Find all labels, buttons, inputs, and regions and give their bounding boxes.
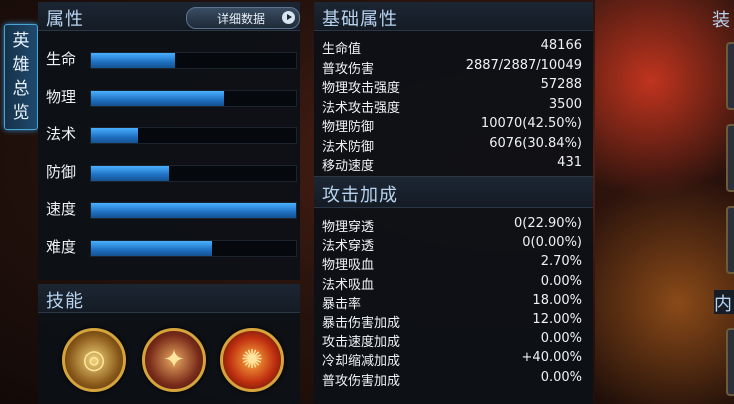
skills-title: 技能 bbox=[46, 291, 84, 312]
stat-row: 攻击速度加成 0.00% bbox=[322, 331, 590, 350]
skill-2-icon[interactable]: ✦ bbox=[142, 328, 206, 392]
stat-value: 57288 bbox=[540, 77, 582, 92]
stat-value: 12.00% bbox=[532, 312, 582, 327]
play-arrow-icon bbox=[282, 11, 295, 24]
base-stats-panel: 基础属性 生命值 48166 普攻伤害 2887/2887/10049 物理攻击强度 57… bbox=[314, 2, 593, 176]
skills-header: 技能 bbox=[38, 284, 300, 313]
attributes-header: 属性 详细数据 bbox=[38, 2, 300, 31]
equipment-slot[interactable] bbox=[726, 206, 734, 274]
stat-bar-track bbox=[90, 239, 297, 257]
stat-bar-track bbox=[90, 89, 297, 107]
background-artwork bbox=[595, 0, 734, 404]
stat-value: 2.70% bbox=[540, 254, 582, 270]
stat-row: 法术吸血 0.00% bbox=[322, 274, 590, 293]
stat-value: 2887/2887/10049 bbox=[465, 57, 582, 73]
stat-name: 物理吸血 bbox=[322, 258, 375, 274]
stat-name: 生命值 bbox=[322, 42, 362, 57]
attack-bonus-header: 攻击加成 bbox=[314, 176, 593, 208]
stat-row: 物理吸血 2.70% bbox=[322, 254, 590, 273]
stat-value: 3500 bbox=[548, 96, 582, 112]
stat-bar-fill bbox=[91, 203, 296, 218]
stat-row: 生命值 48166 bbox=[322, 38, 590, 57]
stat-bar-row: 速度 bbox=[38, 198, 300, 220]
stat-bar-fill bbox=[91, 128, 139, 143]
stat-name: 攻击速度加成 bbox=[322, 335, 401, 351]
stat-row: 暴击伤害加成 12.00% bbox=[322, 312, 590, 331]
stat-name: 暴击伤害加成 bbox=[322, 316, 401, 331]
stat-value: 0.00% bbox=[540, 273, 582, 289]
attack-bonus-panel: 攻击加成 物理穿透 0(22.90%) 法术穿透 0(0.00%) 物理吸血 2.70% 法… bbox=[314, 176, 593, 404]
equipment-slot[interactable] bbox=[726, 42, 734, 110]
stat-name: 法术防御 bbox=[322, 139, 375, 155]
stat-bar-row: 物理 bbox=[38, 86, 300, 108]
stat-bar-fill bbox=[91, 53, 176, 68]
skills-panel: 技能 ◎ ✦ ✺ bbox=[38, 284, 300, 404]
stat-row: 物理攻击强度 57288 bbox=[322, 77, 590, 96]
stat-value: 0.00% bbox=[540, 331, 582, 347]
stat-bar-track bbox=[90, 164, 297, 182]
stat-label: 难度 bbox=[46, 237, 77, 256]
stat-bar-row: 生命 bbox=[38, 48, 300, 70]
equipment-title: 装 bbox=[712, 10, 730, 31]
skill-3-icon[interactable]: ✺ bbox=[220, 328, 284, 392]
stat-bar-row: 防御 bbox=[38, 161, 300, 183]
stat-label: 生命 bbox=[46, 50, 77, 68]
stat-value: 0.00% bbox=[540, 369, 582, 385]
stat-row: 普攻伤害加成 0.00% bbox=[322, 370, 590, 389]
stat-bar-fill bbox=[91, 240, 212, 256]
attributes-title: 属性 bbox=[46, 9, 84, 30]
stat-row: 暴击率 18.00% bbox=[322, 293, 590, 312]
stat-bar-track bbox=[90, 52, 297, 69]
stat-row: 物理防御 10070(42.50%) bbox=[322, 116, 590, 135]
stat-row: 法术穿透 0(0.00%) bbox=[322, 235, 590, 254]
stat-name: 移动速度 bbox=[322, 159, 375, 174]
stat-name: 物理防御 bbox=[322, 120, 375, 135]
stat-name: 普攻伤害 bbox=[322, 61, 375, 77]
stat-label: 防御 bbox=[46, 162, 77, 181]
stat-label: 速度 bbox=[46, 200, 77, 218]
stat-name: 冷却缩减加成 bbox=[322, 354, 401, 370]
stat-bar-row: 难度 bbox=[38, 236, 300, 258]
stat-bar-row: 法术 bbox=[38, 123, 300, 145]
stat-value: 0(22.90%) bbox=[514, 216, 582, 231]
stat-name: 法术穿透 bbox=[322, 239, 375, 255]
stat-name: 物理穿透 bbox=[322, 220, 375, 235]
stat-value: 18.00% bbox=[532, 292, 582, 308]
stat-row: 移动速度 431 bbox=[322, 155, 590, 174]
stat-value: 48166 bbox=[540, 38, 582, 53]
stat-bar-track bbox=[90, 127, 297, 144]
tab-hero-overview[interactable]: 英雄总览 bbox=[4, 24, 38, 130]
attributes-panel: 属性 详细数据 生命物理法术防御速度难度 bbox=[38, 2, 300, 280]
stat-row: 普攻伤害 2887/2887/10049 bbox=[322, 58, 590, 77]
base-stats-title: 基础属性 bbox=[322, 9, 398, 30]
base-stats-header: 基础属性 bbox=[314, 2, 593, 31]
stat-row: 冷却缩减加成 +40.00% bbox=[322, 350, 590, 369]
equipment-slot[interactable] bbox=[726, 124, 734, 192]
stat-row: 法术防御 6076(30.84%) bbox=[322, 136, 590, 155]
stat-value: 10070(42.50%) bbox=[480, 116, 582, 131]
stat-value: 6076(30.84%) bbox=[489, 135, 582, 151]
equipment-slot[interactable] bbox=[726, 328, 734, 396]
stat-value: 431 bbox=[557, 155, 582, 170]
detail-data-button[interactable]: 详细数据 bbox=[186, 7, 300, 29]
skill-1-icon[interactable]: ◎ bbox=[62, 328, 126, 392]
stat-row: 物理穿透 0(22.90%) bbox=[322, 216, 590, 235]
attack-bonus-title: 攻击加成 bbox=[322, 185, 398, 206]
stat-name: 暴击率 bbox=[322, 296, 362, 312]
stat-label: 法术 bbox=[46, 125, 77, 143]
stat-name: 物理攻击强度 bbox=[322, 81, 401, 96]
detail-data-label: 详细数据 bbox=[217, 12, 266, 26]
stat-name: 法术攻击强度 bbox=[322, 100, 401, 116]
tab-hero-overview-label: 英雄总览 bbox=[12, 31, 30, 123]
stat-row: 法术攻击强度 3500 bbox=[322, 97, 590, 116]
stat-name: 普攻伤害加成 bbox=[322, 373, 401, 389]
stat-value: 0(0.00%) bbox=[522, 235, 582, 251]
stat-label: 物理 bbox=[46, 87, 77, 106]
stat-bar-fill bbox=[91, 90, 225, 106]
inner-title: 内 bbox=[714, 290, 734, 315]
stat-name: 法术吸血 bbox=[322, 277, 375, 293]
stat-value: +40.00% bbox=[521, 350, 582, 366]
stat-bar-track bbox=[90, 202, 297, 219]
stat-bar-fill bbox=[91, 165, 169, 181]
